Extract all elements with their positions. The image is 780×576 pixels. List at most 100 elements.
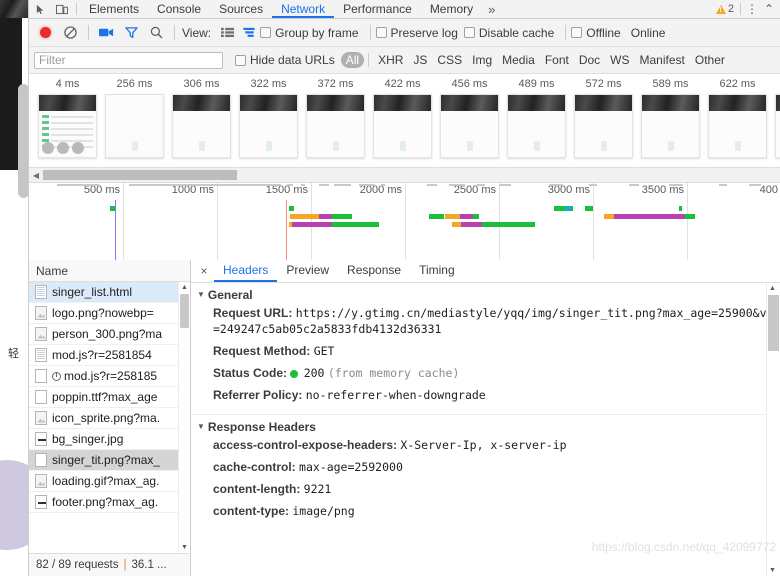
- details-scrollbar[interactable]: ▲ ▼: [766, 283, 780, 576]
- request-row[interactable]: icon_sprite.png?ma.: [29, 408, 179, 429]
- filmstrip-frame[interactable]: 572 ms: [570, 74, 637, 158]
- response-headers-header[interactable]: ▼ Response Headers: [197, 420, 767, 434]
- hide-data-urls-label[interactable]: Hide data URLs: [250, 53, 335, 67]
- tab-headers[interactable]: Headers: [214, 260, 278, 282]
- filter-type-doc[interactable]: Doc: [574, 52, 605, 68]
- online-throttling-label[interactable]: Online: [631, 26, 666, 40]
- filmstrip-frame[interactable]: 6: [771, 74, 780, 158]
- scroll-left-icon[interactable]: ◀: [29, 168, 43, 182]
- tab-performance[interactable]: Performance: [334, 0, 421, 18]
- clear-button[interactable]: [58, 20, 83, 45]
- filmstrip-frame[interactable]: 306 ms: [168, 74, 235, 158]
- filmstrip: 4 ms 256 ms 306 ms 322 ms 372 ms 422 ms 456 ms…: [29, 74, 780, 168]
- list-view-icon[interactable]: [216, 20, 238, 45]
- filter-type-media[interactable]: Media: [497, 52, 540, 68]
- device-toolbar-icon[interactable]: [51, 0, 73, 18]
- filmstrip-frame[interactable]: 4 ms: [34, 74, 101, 158]
- inspect-icon[interactable]: [29, 0, 51, 18]
- filter-type-css[interactable]: CSS: [432, 52, 467, 68]
- filmstrip-screenshot[interactable]: [306, 94, 365, 158]
- disable-cache-label[interactable]: Disable cache: [479, 26, 554, 40]
- preserve-log-label[interactable]: Preserve log: [391, 26, 458, 40]
- tab-network[interactable]: Network: [272, 0, 335, 18]
- filter-type-js[interactable]: JS: [408, 52, 432, 68]
- close-icon[interactable]: ×: [194, 260, 214, 282]
- tab-sources[interactable]: Sources: [210, 0, 272, 18]
- filter-input[interactable]: Filter: [34, 51, 223, 69]
- offline-label[interactable]: Offline: [586, 26, 620, 40]
- disable-cache-checkbox[interactable]: [463, 27, 475, 38]
- filter-type-other[interactable]: Other: [690, 52, 730, 68]
- filter-type-font[interactable]: Font: [540, 52, 574, 68]
- request-row[interactable]: singer_tit.png?max_: [29, 450, 179, 471]
- request-row[interactable]: mod.js?r=258185: [29, 366, 179, 387]
- hide-data-urls-checkbox[interactable]: [235, 54, 246, 66]
- group-by-frame-label[interactable]: Group by frame: [275, 26, 358, 40]
- tab-memory[interactable]: Memory: [421, 0, 482, 18]
- filmstrip-screenshot[interactable]: [38, 94, 97, 158]
- filmstrip-screenshot[interactable]: [641, 94, 700, 158]
- filmstrip-screenshot[interactable]: [373, 94, 432, 158]
- request-list[interactable]: singer_list.html logo.png?nowebp= person_3…: [29, 282, 190, 553]
- kebab-menu-icon[interactable]: ⋮: [744, 3, 760, 15]
- tab-console[interactable]: Console: [148, 0, 210, 18]
- filmstrip-screenshot[interactable]: [440, 94, 499, 158]
- close-devtools-icon[interactable]: ⌃: [760, 2, 778, 16]
- tab-elements[interactable]: Elements: [80, 0, 148, 18]
- request-row[interactable]: singer_list.html: [29, 282, 179, 303]
- request-url-value[interactable]: https://y.gtimg.cn/mediastyle/yqq/img/si…: [213, 306, 767, 336]
- filter-type-ws[interactable]: WS: [605, 52, 634, 68]
- offline-checkbox[interactable]: [571, 27, 583, 38]
- filmstrip-screenshot[interactable]: [507, 94, 566, 158]
- filter-button[interactable]: [119, 20, 144, 45]
- preserve-log-checkbox[interactable]: [375, 27, 387, 38]
- request-row[interactable]: poppin.ttf?max_age: [29, 387, 179, 408]
- filmstrip-frame[interactable]: 322 ms: [235, 74, 302, 158]
- filmstrip-frame[interactable]: 456 ms: [436, 74, 503, 158]
- warning-badge[interactable]: 2: [713, 3, 737, 15]
- general-section-header[interactable]: ▼ General: [197, 288, 767, 302]
- request-row[interactable]: bg_singer.jpg: [29, 429, 179, 450]
- column-header-name[interactable]: Name: [29, 260, 190, 282]
- filter-type-xhr[interactable]: XHR: [373, 52, 408, 68]
- filmstrip-screenshot[interactable]: [708, 94, 767, 158]
- request-row[interactable]: person_300.png?ma: [29, 324, 179, 345]
- request-list-scrollbar[interactable]: ▲ ▼: [178, 282, 190, 553]
- filmstrip-frame[interactable]: 489 ms: [503, 74, 570, 158]
- filmstrip-frame[interactable]: 422 ms: [369, 74, 436, 158]
- scroll-down-icon[interactable]: ▼: [767, 565, 778, 576]
- request-row[interactable]: logo.png?nowebp=: [29, 303, 179, 324]
- filmstrip-scroll-thumb[interactable]: [43, 170, 237, 180]
- details-scroll-thumb[interactable]: [768, 295, 779, 351]
- group-by-frame-checkbox[interactable]: [260, 27, 272, 38]
- page-scrollbar[interactable]: [18, 84, 28, 198]
- tab-response[interactable]: Response: [338, 260, 410, 282]
- filter-type-img[interactable]: Img: [467, 52, 497, 68]
- filmstrip-screenshot[interactable]: [574, 94, 633, 158]
- filter-type-all[interactable]: All: [340, 52, 365, 68]
- tab-timing[interactable]: Timing: [410, 260, 464, 282]
- filmstrip-frame[interactable]: 372 ms: [302, 74, 369, 158]
- filmstrip-screenshot[interactable]: [105, 94, 164, 158]
- filmstrip-frame[interactable]: 622 ms: [704, 74, 771, 158]
- more-tabs-button[interactable]: »: [482, 2, 501, 17]
- request-row[interactable]: mod.js?r=2581854: [29, 345, 179, 366]
- scroll-up-icon[interactable]: ▲: [767, 283, 778, 294]
- waterfall-view-icon[interactable]: [238, 20, 260, 45]
- filmstrip-frame[interactable]: 589 ms: [637, 74, 704, 158]
- scroll-up-icon[interactable]: ▲: [179, 282, 190, 293]
- scroll-down-icon[interactable]: ▼: [179, 542, 190, 553]
- tab-preview[interactable]: Preview: [277, 260, 338, 282]
- search-button[interactable]: [144, 20, 169, 45]
- filmstrip-frame[interactable]: 256 ms: [101, 74, 168, 158]
- filmstrip-scrollbar[interactable]: ◀: [29, 168, 780, 183]
- request-scroll-thumb[interactable]: [180, 294, 189, 328]
- filter-type-manifest[interactable]: Manifest: [635, 52, 690, 68]
- filmstrip-screenshot[interactable]: [239, 94, 298, 158]
- request-row[interactable]: loading.gif?max_ag.: [29, 471, 179, 492]
- capture-screenshots-button[interactable]: [94, 20, 119, 45]
- record-button[interactable]: [33, 20, 58, 45]
- filmstrip-screenshot[interactable]: [172, 94, 231, 158]
- request-row[interactable]: footer.png?max_ag.: [29, 492, 179, 513]
- filmstrip-screenshot[interactable]: [775, 94, 780, 158]
